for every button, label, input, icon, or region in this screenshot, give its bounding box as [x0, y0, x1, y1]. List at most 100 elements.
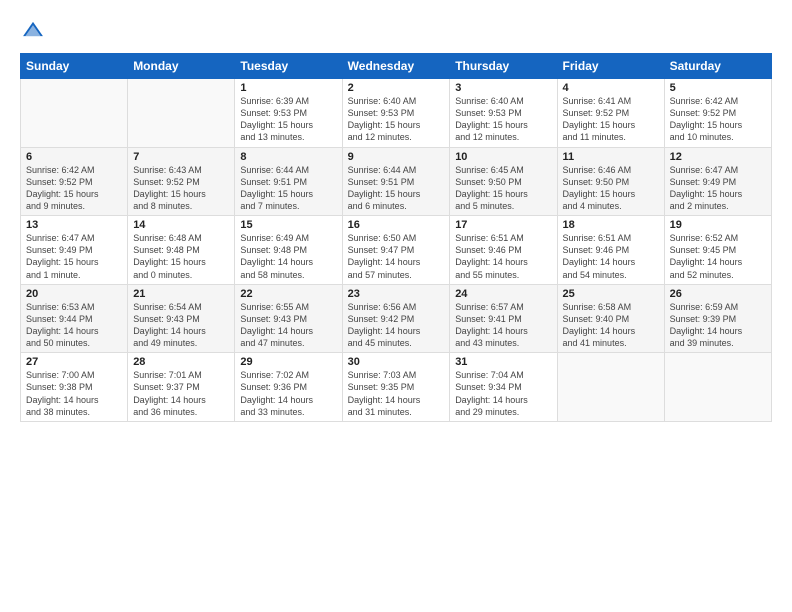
day-number: 30	[348, 356, 445, 368]
day-info: Sunrise: 7:00 AM Sunset: 9:38 PM Dayligh…	[26, 369, 122, 418]
weekday-header: Monday	[128, 54, 235, 79]
day-info: Sunrise: 6:49 AM Sunset: 9:48 PM Dayligh…	[240, 232, 336, 281]
weekday-header: Friday	[557, 54, 664, 79]
calendar-cell: 25Sunrise: 6:58 AM Sunset: 9:40 PM Dayli…	[557, 284, 664, 353]
day-info: Sunrise: 7:03 AM Sunset: 9:35 PM Dayligh…	[348, 369, 445, 418]
weekday-header: Tuesday	[235, 54, 342, 79]
calendar-week-row: 6Sunrise: 6:42 AM Sunset: 9:52 PM Daylig…	[21, 147, 772, 216]
day-info: Sunrise: 6:51 AM Sunset: 9:46 PM Dayligh…	[455, 232, 551, 281]
calendar-week-row: 27Sunrise: 7:00 AM Sunset: 9:38 PM Dayli…	[21, 353, 772, 422]
calendar-cell: 4Sunrise: 6:41 AM Sunset: 9:52 PM Daylig…	[557, 79, 664, 148]
day-info: Sunrise: 6:46 AM Sunset: 9:50 PM Dayligh…	[563, 164, 659, 213]
calendar-cell: 10Sunrise: 6:45 AM Sunset: 9:50 PM Dayli…	[450, 147, 557, 216]
weekday-header: Saturday	[664, 54, 771, 79]
calendar-week-row: 20Sunrise: 6:53 AM Sunset: 9:44 PM Dayli…	[21, 284, 772, 353]
calendar-cell	[664, 353, 771, 422]
day-number: 8	[240, 151, 336, 163]
day-number: 18	[563, 219, 659, 231]
day-info: Sunrise: 7:02 AM Sunset: 9:36 PM Dayligh…	[240, 369, 336, 418]
weekday-header: Thursday	[450, 54, 557, 79]
day-number: 19	[670, 219, 766, 231]
calendar-cell: 12Sunrise: 6:47 AM Sunset: 9:49 PM Dayli…	[664, 147, 771, 216]
day-number: 9	[348, 151, 445, 163]
calendar-cell: 9Sunrise: 6:44 AM Sunset: 9:51 PM Daylig…	[342, 147, 450, 216]
calendar-table: SundayMondayTuesdayWednesdayThursdayFrid…	[20, 53, 772, 422]
calendar-cell: 27Sunrise: 7:00 AM Sunset: 9:38 PM Dayli…	[21, 353, 128, 422]
day-info: Sunrise: 6:47 AM Sunset: 9:49 PM Dayligh…	[670, 164, 766, 213]
day-info: Sunrise: 6:42 AM Sunset: 9:52 PM Dayligh…	[670, 95, 766, 144]
day-number: 17	[455, 219, 551, 231]
day-number: 15	[240, 219, 336, 231]
day-info: Sunrise: 6:39 AM Sunset: 9:53 PM Dayligh…	[240, 95, 336, 144]
page: SundayMondayTuesdayWednesdayThursdayFrid…	[0, 0, 792, 612]
calendar-cell: 3Sunrise: 6:40 AM Sunset: 9:53 PM Daylig…	[450, 79, 557, 148]
calendar-header-row: SundayMondayTuesdayWednesdayThursdayFrid…	[21, 54, 772, 79]
day-number: 2	[348, 82, 445, 94]
day-info: Sunrise: 6:44 AM Sunset: 9:51 PM Dayligh…	[240, 164, 336, 213]
calendar-cell: 11Sunrise: 6:46 AM Sunset: 9:50 PM Dayli…	[557, 147, 664, 216]
day-number: 20	[26, 288, 122, 300]
day-number: 10	[455, 151, 551, 163]
day-info: Sunrise: 7:04 AM Sunset: 9:34 PM Dayligh…	[455, 369, 551, 418]
calendar-cell: 16Sunrise: 6:50 AM Sunset: 9:47 PM Dayli…	[342, 216, 450, 285]
calendar-cell	[21, 79, 128, 148]
day-info: Sunrise: 7:01 AM Sunset: 9:37 PM Dayligh…	[133, 369, 229, 418]
logo-icon	[22, 18, 44, 40]
day-info: Sunrise: 6:45 AM Sunset: 9:50 PM Dayligh…	[455, 164, 551, 213]
day-info: Sunrise: 6:57 AM Sunset: 9:41 PM Dayligh…	[455, 301, 551, 350]
header	[20, 18, 772, 45]
weekday-header: Sunday	[21, 54, 128, 79]
calendar-cell: 29Sunrise: 7:02 AM Sunset: 9:36 PM Dayli…	[235, 353, 342, 422]
calendar-cell: 5Sunrise: 6:42 AM Sunset: 9:52 PM Daylig…	[664, 79, 771, 148]
day-info: Sunrise: 6:56 AM Sunset: 9:42 PM Dayligh…	[348, 301, 445, 350]
day-info: Sunrise: 6:40 AM Sunset: 9:53 PM Dayligh…	[348, 95, 445, 144]
day-number: 11	[563, 151, 659, 163]
weekday-header: Wednesday	[342, 54, 450, 79]
day-number: 5	[670, 82, 766, 94]
day-number: 1	[240, 82, 336, 94]
day-number: 22	[240, 288, 336, 300]
day-number: 26	[670, 288, 766, 300]
calendar-cell: 24Sunrise: 6:57 AM Sunset: 9:41 PM Dayli…	[450, 284, 557, 353]
calendar-cell	[128, 79, 235, 148]
day-info: Sunrise: 6:47 AM Sunset: 9:49 PM Dayligh…	[26, 232, 122, 281]
calendar-cell: 8Sunrise: 6:44 AM Sunset: 9:51 PM Daylig…	[235, 147, 342, 216]
calendar-cell: 14Sunrise: 6:48 AM Sunset: 9:48 PM Dayli…	[128, 216, 235, 285]
day-number: 23	[348, 288, 445, 300]
calendar-cell: 19Sunrise: 6:52 AM Sunset: 9:45 PM Dayli…	[664, 216, 771, 285]
calendar-cell: 18Sunrise: 6:51 AM Sunset: 9:46 PM Dayli…	[557, 216, 664, 285]
day-info: Sunrise: 6:53 AM Sunset: 9:44 PM Dayligh…	[26, 301, 122, 350]
day-number: 21	[133, 288, 229, 300]
calendar-cell: 26Sunrise: 6:59 AM Sunset: 9:39 PM Dayli…	[664, 284, 771, 353]
day-info: Sunrise: 6:41 AM Sunset: 9:52 PM Dayligh…	[563, 95, 659, 144]
calendar-cell: 21Sunrise: 6:54 AM Sunset: 9:43 PM Dayli…	[128, 284, 235, 353]
day-info: Sunrise: 6:59 AM Sunset: 9:39 PM Dayligh…	[670, 301, 766, 350]
logo	[20, 18, 48, 45]
calendar-week-row: 13Sunrise: 6:47 AM Sunset: 9:49 PM Dayli…	[21, 216, 772, 285]
calendar-cell: 22Sunrise: 6:55 AM Sunset: 9:43 PM Dayli…	[235, 284, 342, 353]
day-number: 29	[240, 356, 336, 368]
day-number: 24	[455, 288, 551, 300]
day-info: Sunrise: 6:51 AM Sunset: 9:46 PM Dayligh…	[563, 232, 659, 281]
day-number: 6	[26, 151, 122, 163]
calendar-cell: 17Sunrise: 6:51 AM Sunset: 9:46 PM Dayli…	[450, 216, 557, 285]
day-info: Sunrise: 6:50 AM Sunset: 9:47 PM Dayligh…	[348, 232, 445, 281]
day-info: Sunrise: 6:55 AM Sunset: 9:43 PM Dayligh…	[240, 301, 336, 350]
day-number: 4	[563, 82, 659, 94]
calendar-cell: 15Sunrise: 6:49 AM Sunset: 9:48 PM Dayli…	[235, 216, 342, 285]
day-number: 16	[348, 219, 445, 231]
day-number: 14	[133, 219, 229, 231]
calendar-cell: 31Sunrise: 7:04 AM Sunset: 9:34 PM Dayli…	[450, 353, 557, 422]
calendar-cell: 28Sunrise: 7:01 AM Sunset: 9:37 PM Dayli…	[128, 353, 235, 422]
day-info: Sunrise: 6:52 AM Sunset: 9:45 PM Dayligh…	[670, 232, 766, 281]
calendar-cell: 20Sunrise: 6:53 AM Sunset: 9:44 PM Dayli…	[21, 284, 128, 353]
calendar-cell: 13Sunrise: 6:47 AM Sunset: 9:49 PM Dayli…	[21, 216, 128, 285]
calendar-cell	[557, 353, 664, 422]
day-number: 13	[26, 219, 122, 231]
calendar-cell: 1Sunrise: 6:39 AM Sunset: 9:53 PM Daylig…	[235, 79, 342, 148]
day-info: Sunrise: 6:48 AM Sunset: 9:48 PM Dayligh…	[133, 232, 229, 281]
day-number: 27	[26, 356, 122, 368]
day-number: 28	[133, 356, 229, 368]
day-info: Sunrise: 6:40 AM Sunset: 9:53 PM Dayligh…	[455, 95, 551, 144]
day-number: 31	[455, 356, 551, 368]
